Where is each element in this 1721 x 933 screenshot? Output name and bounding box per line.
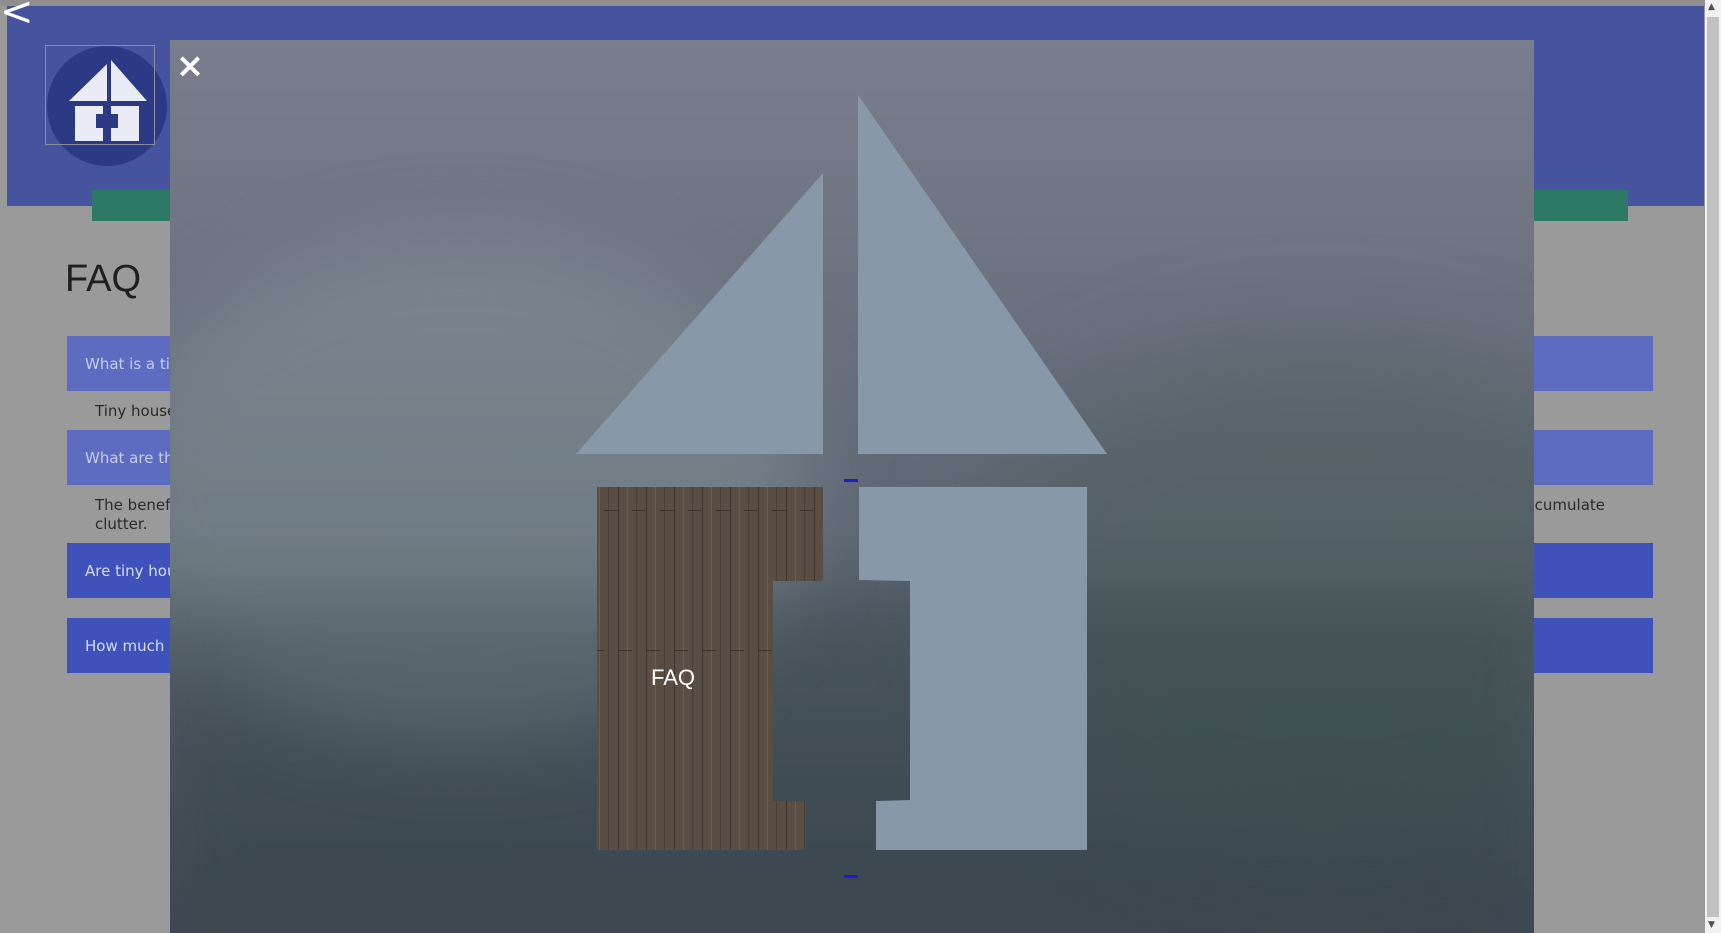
page-title: FAQ [65, 258, 142, 300]
faq-answer-1: Tiny house [95, 402, 177, 420]
scroll-thumb[interactable] [1707, 17, 1719, 917]
scroll-up-icon[interactable]: ▲ [1708, 2, 1715, 12]
dash-marker-bottom [844, 875, 858, 878]
logo-focus-frame [45, 45, 155, 145]
dash-marker-top [844, 479, 858, 482]
close-icon[interactable]: × [170, 46, 210, 86]
faq-answer-2: The benefi [95, 496, 175, 514]
roof-left-tile[interactable] [576, 173, 823, 454]
modal-overlay: FAQ × [170, 40, 1534, 933]
roof-right-tile[interactable] [858, 95, 1107, 454]
scroll-down-icon[interactable]: ▼ [1708, 920, 1715, 930]
back-arrow-icon[interactable]: < [0, 0, 34, 32]
faq-answer-2-cont: clutter. [95, 515, 148, 533]
house-menu-graphic [576, 95, 1107, 850]
wall-right-tile[interactable] [859, 487, 1087, 850]
page-scrollbar[interactable]: ▲ ▼ [1705, 0, 1721, 933]
faq-tile-label: FAQ [650, 665, 695, 690]
